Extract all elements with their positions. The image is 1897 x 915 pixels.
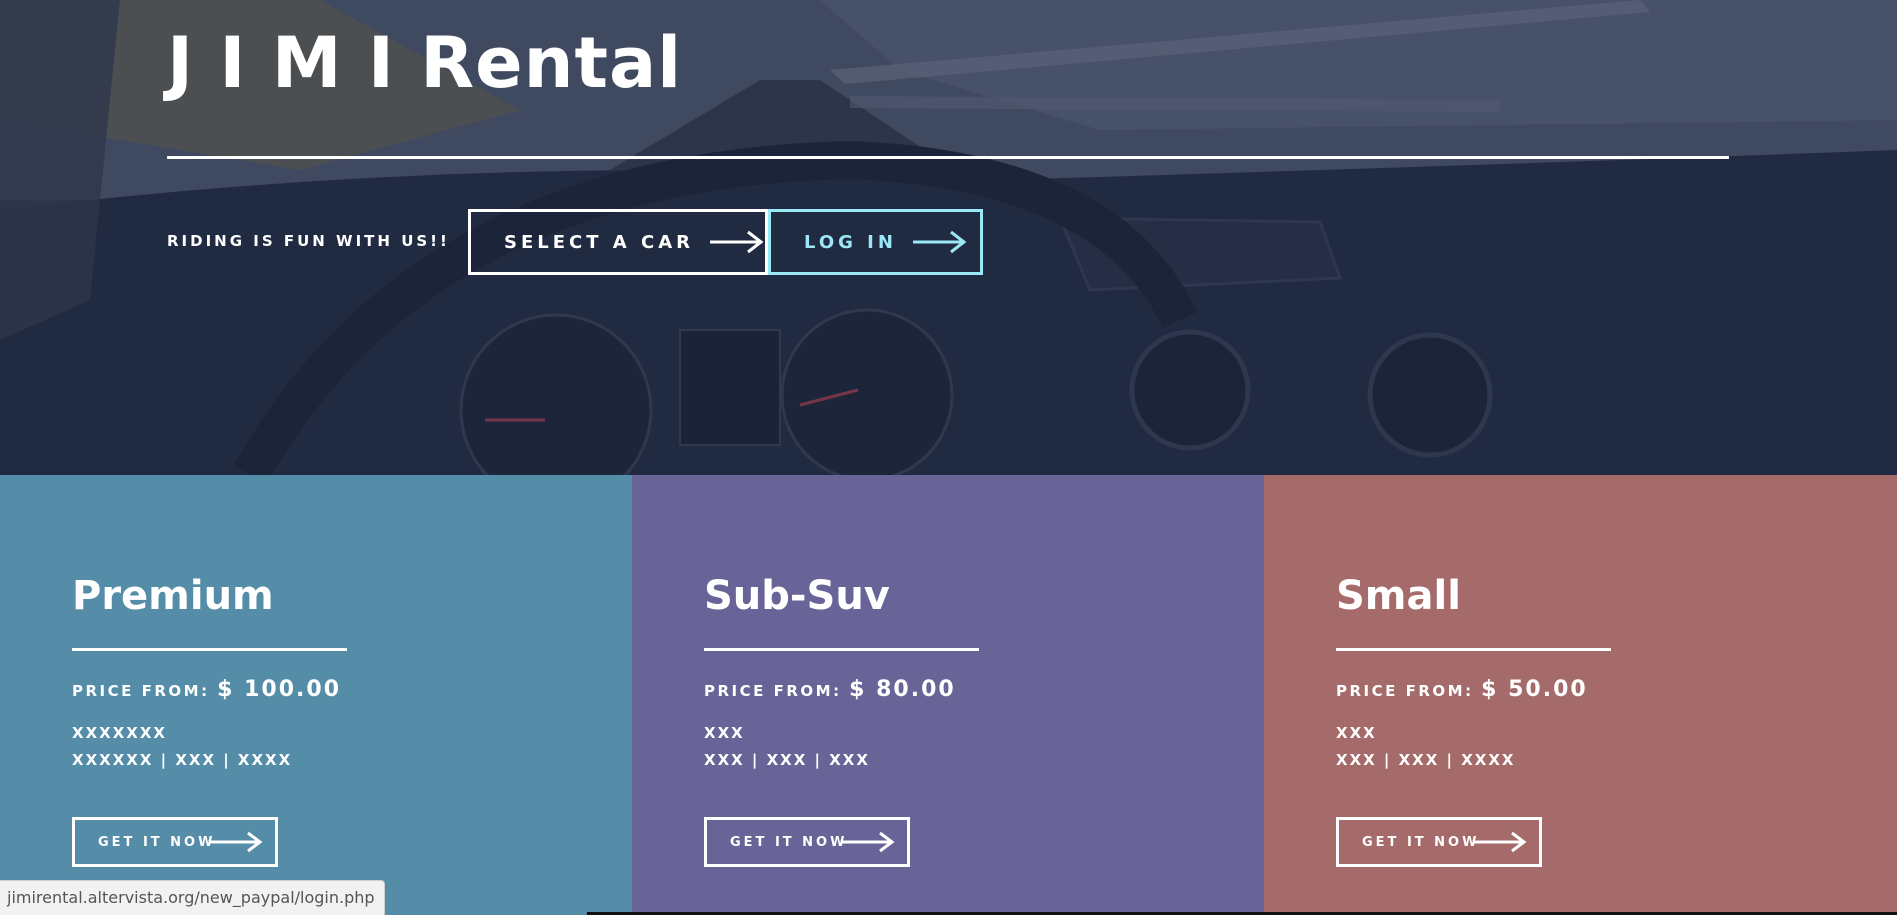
select-car-label: SELECT A CAR [504, 231, 694, 253]
hero-divider [167, 156, 1729, 159]
login-label: LOG IN [804, 231, 897, 253]
card-small: Small PRICE FROM: $ 50.00 XXX XXX | XXX … [1264, 475, 1897, 915]
price-row: PRICE FROM: $ 50.00 [1336, 677, 1588, 702]
spec-line-2: XXXXXX | XXX | XXXX [72, 751, 293, 769]
price-value: $ 50.00 [1481, 677, 1588, 702]
get-it-now-label: GET IT NOW [730, 834, 848, 850]
price-label: PRICE FROM: [72, 682, 210, 700]
price-value: $ 100.00 [217, 677, 342, 702]
card-premium: Premium PRICE FROM: $ 100.00 XXXXXXX XXX… [0, 475, 632, 915]
get-it-now-label: GET IT NOW [1362, 834, 1480, 850]
site-title: J I M I Rental [167, 22, 683, 104]
price-value: $ 80.00 [849, 677, 956, 702]
get-it-now-button[interactable]: GET IT NOW [704, 817, 910, 867]
get-it-now-button[interactable]: GET IT NOW [72, 817, 278, 867]
arrow-right-icon [209, 831, 263, 853]
card-title: Premium [72, 573, 274, 619]
card-divider [704, 648, 979, 651]
card-title: Sub-Suv [704, 573, 890, 619]
arrow-right-icon [709, 230, 764, 254]
hero-section: J I M I Rental RIDING IS FUN WITH US!! S… [0, 0, 1897, 475]
price-label: PRICE FROM: [1336, 682, 1474, 700]
login-button[interactable]: LOG IN [768, 209, 983, 275]
card-divider [1336, 648, 1611, 651]
price-label: PRICE FROM: [704, 682, 842, 700]
get-it-now-button[interactable]: GET IT NOW [1336, 817, 1542, 867]
tagline: RIDING IS FUN WITH US!! [167, 232, 450, 250]
arrow-right-icon [841, 831, 895, 853]
spec-line-1: XXX [1336, 724, 1377, 742]
arrow-right-icon [1473, 831, 1527, 853]
arrow-right-icon [912, 230, 967, 254]
card-sub-suv: Sub-Suv PRICE FROM: $ 80.00 XXX XXX | XX… [632, 475, 1264, 915]
status-bar-url: jimirental.altervista.org/new_paypal/log… [0, 880, 385, 915]
select-car-button[interactable]: SELECT A CAR [468, 209, 768, 275]
spec-line-2: XXX | XXX | XXXX [1336, 751, 1516, 769]
price-row: PRICE FROM: $ 80.00 [704, 677, 956, 702]
card-divider [72, 648, 347, 651]
spec-line-1: XXXXXXX [72, 724, 167, 742]
price-row: PRICE FROM: $ 100.00 [72, 677, 341, 702]
spec-line-2: XXX | XXX | XXX [704, 751, 870, 769]
get-it-now-label: GET IT NOW [98, 834, 216, 850]
spec-line-1: XXX [704, 724, 745, 742]
card-title: Small [1336, 573, 1461, 619]
